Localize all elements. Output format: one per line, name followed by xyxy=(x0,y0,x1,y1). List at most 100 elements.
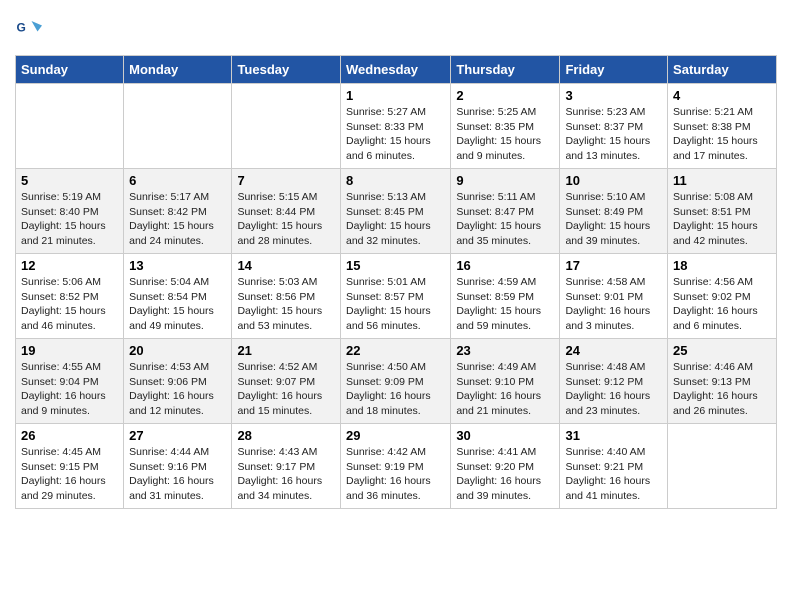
calendar-table: SundayMondayTuesdayWednesdayThursdayFrid… xyxy=(15,55,777,509)
day-number: 15 xyxy=(346,258,445,273)
calendar-cell: 24Sunrise: 4:48 AM Sunset: 9:12 PM Dayli… xyxy=(560,339,668,424)
column-header-tuesday: Tuesday xyxy=(232,56,341,84)
calendar-cell: 13Sunrise: 5:04 AM Sunset: 8:54 PM Dayli… xyxy=(124,254,232,339)
calendar-cell: 31Sunrise: 4:40 AM Sunset: 9:21 PM Dayli… xyxy=(560,424,668,509)
calendar-cell xyxy=(668,424,777,509)
calendar-cell: 11 Sunrise: 5:08 AM Sunset: 8:51 PM Dayli… xyxy=(668,169,777,254)
calendar-cell: 22 Sunrise: 4:50 AM Sunset: 9:09 PM Dayli… xyxy=(340,339,450,424)
calendar-cell: 12 Sunrise: 5:06 AM Sunset: 8:52 PM Dayli… xyxy=(16,254,124,339)
svg-text:G: G xyxy=(17,21,26,35)
day-info: Sunrise: 4:56 AM Sunset: 9:02 PM Dayligh… xyxy=(673,275,771,334)
column-header-friday: Friday xyxy=(560,56,668,84)
calendar-cell: 7 Sunrise: 5:15 AM Sunset: 8:44 PM Daylig… xyxy=(232,169,341,254)
day-info: Sunrise: 4:58 AM Sunset: 9:01 PM Dayligh… xyxy=(565,275,662,334)
day-info: Sunrise: 5:06 AM Sunset: 8:52 PM Dayligh… xyxy=(21,275,118,334)
day-number: 6 xyxy=(129,173,226,188)
day-number: 4 xyxy=(673,88,771,103)
calendar-cell xyxy=(124,84,232,169)
day-info: Sunrise: 4:48 AM Sunset: 9:12 PM Dayligh… xyxy=(565,360,662,419)
calendar-cell: 17 Sunrise: 4:58 AM Sunset: 9:01 PM Dayli… xyxy=(560,254,668,339)
calendar-cell: 18 Sunrise: 4:56 AM Sunset: 9:02 PM Dayli… xyxy=(668,254,777,339)
calendar-cell: 9Sunrise: 5:11 AM Sunset: 8:47 PM Daylig… xyxy=(451,169,560,254)
calendar-cell: 23 Sunrise: 4:49 AM Sunset: 9:10 PM Dayli… xyxy=(451,339,560,424)
day-number: 19 xyxy=(21,343,118,358)
day-info: Sunrise: 5:03 AM Sunset: 8:56 PM Dayligh… xyxy=(237,275,335,334)
week-row-5: 26 Sunrise: 4:45 AM Sunset: 9:15 PM Dayli… xyxy=(16,424,777,509)
day-number: 12 xyxy=(21,258,118,273)
week-row-2: 5Sunrise: 5:19 AM Sunset: 8:40 PM Daylig… xyxy=(16,169,777,254)
day-number: 17 xyxy=(565,258,662,273)
day-info: Sunrise: 5:25 AM Sunset: 8:35 PM Dayligh… xyxy=(456,105,554,164)
column-header-sunday: Sunday xyxy=(16,56,124,84)
day-info: Sunrise: 4:45 AM Sunset: 9:15 PM Dayligh… xyxy=(21,445,118,504)
day-info: Sunrise: 5:17 AM Sunset: 8:42 PM Dayligh… xyxy=(129,190,226,249)
day-number: 26 xyxy=(21,428,118,443)
day-number: 28 xyxy=(237,428,335,443)
calendar-cell: 16 Sunrise: 4:59 AM Sunset: 8:59 PM Dayli… xyxy=(451,254,560,339)
calendar-cell: 28 Sunrise: 4:43 AM Sunset: 9:17 PM Dayli… xyxy=(232,424,341,509)
day-number: 10 xyxy=(565,173,662,188)
day-number: 30 xyxy=(456,428,554,443)
calendar-cell: 10 Sunrise: 5:10 AM Sunset: 8:49 PM Dayli… xyxy=(560,169,668,254)
day-info: Sunrise: 5:11 AM Sunset: 8:47 PM Dayligh… xyxy=(456,190,554,249)
calendar-cell: 5Sunrise: 5:19 AM Sunset: 8:40 PM Daylig… xyxy=(16,169,124,254)
calendar-cell: 1 Sunrise: 5:27 AM Sunset: 8:33 PM Daylig… xyxy=(340,84,450,169)
calendar-cell xyxy=(16,84,124,169)
calendar-cell: 3 Sunrise: 5:23 AM Sunset: 8:37 PM Daylig… xyxy=(560,84,668,169)
day-info: Sunrise: 5:21 AM Sunset: 8:38 PM Dayligh… xyxy=(673,105,771,164)
day-info: Sunrise: 5:27 AM Sunset: 8:33 PM Dayligh… xyxy=(346,105,445,164)
calendar-cell: 21 Sunrise: 4:52 AM Sunset: 9:07 PM Dayli… xyxy=(232,339,341,424)
day-info: Sunrise: 4:40 AM Sunset: 9:21 PM Dayligh… xyxy=(565,445,662,504)
day-info: Sunrise: 4:42 AM Sunset: 9:19 PM Dayligh… xyxy=(346,445,445,504)
day-number: 2 xyxy=(456,88,554,103)
day-info: Sunrise: 4:59 AM Sunset: 8:59 PM Dayligh… xyxy=(456,275,554,334)
calendar-cell: 8 Sunrise: 5:13 AM Sunset: 8:45 PM Daylig… xyxy=(340,169,450,254)
day-number: 5 xyxy=(21,173,118,188)
day-number: 3 xyxy=(565,88,662,103)
day-info: Sunrise: 5:23 AM Sunset: 8:37 PM Dayligh… xyxy=(565,105,662,164)
logo: G xyxy=(15,15,49,45)
day-info: Sunrise: 4:46 AM Sunset: 9:13 PM Dayligh… xyxy=(673,360,771,419)
day-info: Sunrise: 4:50 AM Sunset: 9:09 PM Dayligh… xyxy=(346,360,445,419)
calendar-cell xyxy=(232,84,341,169)
day-number: 16 xyxy=(456,258,554,273)
calendar-cell: 6 Sunrise: 5:17 AM Sunset: 8:42 PM Daylig… xyxy=(124,169,232,254)
day-number: 21 xyxy=(237,343,335,358)
day-info: Sunrise: 5:13 AM Sunset: 8:45 PM Dayligh… xyxy=(346,190,445,249)
calendar-cell: 26 Sunrise: 4:45 AM Sunset: 9:15 PM Dayli… xyxy=(16,424,124,509)
day-info: Sunrise: 4:44 AM Sunset: 9:16 PM Dayligh… xyxy=(129,445,226,504)
day-number: 23 xyxy=(456,343,554,358)
calendar-cell: 4 Sunrise: 5:21 AM Sunset: 8:38 PM Daylig… xyxy=(668,84,777,169)
column-header-monday: Monday xyxy=(124,56,232,84)
day-number: 7 xyxy=(237,173,335,188)
week-row-1: 1 Sunrise: 5:27 AM Sunset: 8:33 PM Daylig… xyxy=(16,84,777,169)
page-header: G xyxy=(15,15,777,45)
calendar-cell: 2 Sunrise: 5:25 AM Sunset: 8:35 PM Daylig… xyxy=(451,84,560,169)
day-number: 29 xyxy=(346,428,445,443)
day-number: 14 xyxy=(237,258,335,273)
day-info: Sunrise: 4:41 AM Sunset: 9:20 PM Dayligh… xyxy=(456,445,554,504)
week-row-4: 19 Sunrise: 4:55 AM Sunset: 9:04 PM Dayli… xyxy=(16,339,777,424)
calendar-cell: 30 Sunrise: 4:41 AM Sunset: 9:20 PM Dayli… xyxy=(451,424,560,509)
day-info: Sunrise: 4:43 AM Sunset: 9:17 PM Dayligh… xyxy=(237,445,335,504)
day-number: 25 xyxy=(673,343,771,358)
day-number: 20 xyxy=(129,343,226,358)
day-info: Sunrise: 4:55 AM Sunset: 9:04 PM Dayligh… xyxy=(21,360,118,419)
day-number: 8 xyxy=(346,173,445,188)
column-header-wednesday: Wednesday xyxy=(340,56,450,84)
column-header-saturday: Saturday xyxy=(668,56,777,84)
calendar-cell: 15 Sunrise: 5:01 AM Sunset: 8:57 PM Dayli… xyxy=(340,254,450,339)
day-number: 18 xyxy=(673,258,771,273)
day-info: Sunrise: 5:04 AM Sunset: 8:54 PM Dayligh… xyxy=(129,275,226,334)
day-info: Sunrise: 4:49 AM Sunset: 9:10 PM Dayligh… xyxy=(456,360,554,419)
logo-icon: G xyxy=(15,15,45,45)
day-number: 22 xyxy=(346,343,445,358)
day-number: 1 xyxy=(346,88,445,103)
day-info: Sunrise: 5:01 AM Sunset: 8:57 PM Dayligh… xyxy=(346,275,445,334)
day-info: Sunrise: 5:15 AM Sunset: 8:44 PM Dayligh… xyxy=(237,190,335,249)
day-number: 11 xyxy=(673,173,771,188)
day-info: Sunrise: 5:10 AM Sunset: 8:49 PM Dayligh… xyxy=(565,190,662,249)
day-info: Sunrise: 4:52 AM Sunset: 9:07 PM Dayligh… xyxy=(237,360,335,419)
day-info: Sunrise: 5:08 AM Sunset: 8:51 PM Dayligh… xyxy=(673,190,771,249)
column-header-thursday: Thursday xyxy=(451,56,560,84)
